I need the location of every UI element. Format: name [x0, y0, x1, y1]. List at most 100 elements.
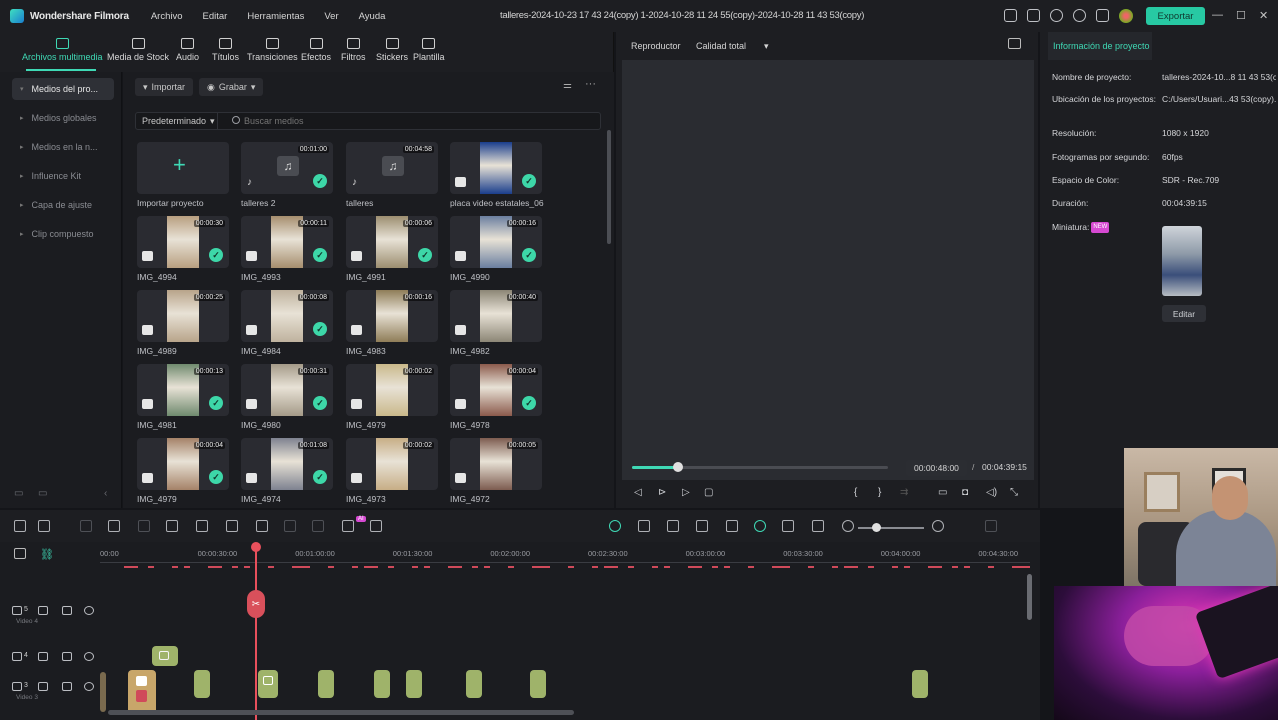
menu-ver[interactable]: Ver [324, 11, 338, 22]
media-item[interactable]: 00:00:02 [346, 364, 438, 416]
more-tools-icon[interactable] [370, 520, 382, 532]
search-input[interactable] [228, 114, 588, 128]
layout-icon[interactable] [1004, 9, 1017, 22]
layout-grid-icon[interactable] [14, 520, 26, 532]
microphone-icon[interactable] [696, 520, 708, 532]
folder-icon[interactable] [38, 606, 48, 615]
mark-out-icon[interactable]: } [878, 487, 881, 498]
render-icon[interactable]: ⇉ [900, 487, 908, 498]
redo-icon[interactable] [108, 520, 120, 532]
video-clip[interactable] [466, 670, 482, 698]
save-icon[interactable] [1027, 9, 1040, 22]
playhead[interactable] [255, 544, 257, 720]
video-clip[interactable] [406, 670, 422, 698]
maximize-icon[interactable]: ☐ [1236, 9, 1246, 22]
folder-icon[interactable] [38, 652, 48, 661]
tab-filtros[interactable]: Filtros [341, 38, 366, 62]
marker-icon[interactable] [667, 520, 679, 532]
text-icon[interactable] [226, 520, 238, 532]
tab-audio[interactable]: Audio [176, 38, 199, 62]
media-item[interactable]: 00:00:04 ✓ [450, 364, 542, 416]
media-item[interactable]: 00:00:02 [346, 438, 438, 490]
quality-dropdown[interactable]: Calidad total ▾ [696, 41, 769, 52]
link-icon[interactable]: ⛓ [40, 548, 54, 561]
select-tool-icon[interactable] [38, 520, 50, 532]
import-project-card[interactable]: + [137, 142, 229, 194]
magnet-icon[interactable] [754, 520, 766, 532]
media-item[interactable]: 00:00:05 [450, 438, 542, 490]
menu-editar[interactable]: Editar [203, 11, 228, 22]
previous-frame-icon[interactable]: ◁ [634, 487, 642, 498]
camera-icon[interactable]: ◘ [962, 487, 968, 498]
mute-icon[interactable] [62, 652, 72, 661]
eye-icon[interactable] [84, 652, 94, 661]
eye-icon[interactable] [84, 682, 94, 691]
media-item[interactable]: ♫ ♪ 00:04:58 [346, 142, 438, 194]
video-clip[interactable] [530, 670, 546, 698]
tab-media-de-stock[interactable]: Media de Stock [107, 38, 169, 62]
render-preview-icon[interactable] [638, 520, 650, 532]
zoom-in-icon[interactable] [932, 520, 944, 532]
zoom-out-icon[interactable] [842, 520, 854, 532]
media-item[interactable]: 00:00:04 ✓ [137, 438, 229, 490]
media-scrollbar[interactable] [607, 130, 611, 244]
tab-plantilla[interactable]: Plantilla [413, 38, 445, 62]
video-clip[interactable] [374, 670, 390, 698]
media-item[interactable]: ✓ [450, 142, 542, 194]
menu-ayuda[interactable]: Ayuda [359, 11, 386, 22]
media-item[interactable]: ♫ ♪ 00:01:00 ✓ [241, 142, 333, 194]
timeline-vscroll[interactable] [1027, 574, 1032, 620]
cut-icon[interactable] [166, 520, 178, 532]
playhead-handle[interactable] [251, 542, 261, 552]
video-clip[interactable] [912, 670, 928, 698]
stop-icon[interactable]: ▢ [704, 487, 713, 498]
zoom-handle[interactable] [872, 523, 881, 532]
sidebar-item-influence-kit[interactable]: ▸ Influence Kit [12, 165, 114, 187]
auto-ripple-icon[interactable] [609, 520, 621, 532]
tab-stickers[interactable]: Stickers [376, 38, 408, 62]
audio-edit-icon[interactable] [196, 520, 208, 532]
volume-icon[interactable]: ◁) [986, 487, 997, 498]
title-clip[interactable] [152, 646, 178, 666]
media-item[interactable]: 00:00:11 ✓ [241, 216, 333, 268]
support-icon[interactable] [1073, 9, 1086, 22]
gift-icon[interactable] [1096, 9, 1109, 22]
zoom-slider[interactable] [858, 527, 924, 529]
collapse-sidebar-icon[interactable]: ‹ [104, 488, 107, 499]
fullscreen-icon[interactable]: ⤡ [1010, 487, 1018, 498]
sidebar-item-clip-compuesto[interactable]: ▸ Clip compuesto [12, 223, 114, 245]
avatar[interactable] [1119, 9, 1133, 23]
folder-icon[interactable]: ▭ [38, 488, 47, 499]
mute-icon[interactable] [62, 606, 72, 615]
cloud-icon[interactable] [1050, 9, 1063, 22]
video-clip[interactable] [194, 670, 210, 698]
video-clip[interactable] [318, 670, 334, 698]
menu-archivo[interactable]: Archivo [151, 11, 183, 22]
play-back-icon[interactable]: ⊳ [658, 487, 666, 498]
player-tab[interactable]: Reproductor [631, 41, 681, 51]
pip-icon[interactable] [782, 520, 794, 532]
record-button[interactable]: ◉ Grabar ▾ [199, 78, 264, 96]
subtitle-icon[interactable] [812, 520, 824, 532]
export-button[interactable]: Exportar [1146, 7, 1205, 25]
media-item[interactable]: 00:00:13 ✓ [137, 364, 229, 416]
media-item[interactable]: 00:00:16 ✓ [450, 216, 542, 268]
sidebar-item-medios-nube[interactable]: ▸ Medios en la n... [12, 136, 114, 158]
playback-progress[interactable] [632, 462, 888, 472]
timeline-ruler[interactable]: 00:00 00:00:30:00 00:01:00:00 00:01:30:00 00… [100, 542, 1030, 572]
tab-transiciones[interactable]: Transiciones [247, 38, 298, 62]
video-clip[interactable] [100, 672, 106, 712]
media-item[interactable]: 00:00:06 ✓ [346, 216, 438, 268]
preset-dropdown[interactable]: Predeterminado ▾ [136, 113, 218, 129]
preview-screen[interactable] [622, 60, 1034, 480]
tab-archivos-multimedia[interactable]: Archivos multimedia [22, 38, 103, 62]
menu-herramientas[interactable]: Herramientas [247, 11, 304, 22]
folder-icon[interactable] [38, 682, 48, 691]
tab-project-info[interactable]: Información de proyecto [1048, 32, 1152, 60]
eye-icon[interactable] [84, 606, 94, 615]
video-clip[interactable] [128, 670, 156, 714]
media-item[interactable]: 00:00:25 [137, 290, 229, 342]
track-layout-icon[interactable] [985, 520, 997, 532]
mark-in-icon[interactable]: { [854, 487, 857, 498]
sidebar-item-capa-de-ajuste[interactable]: ▸ Capa de ajuste [12, 194, 114, 216]
